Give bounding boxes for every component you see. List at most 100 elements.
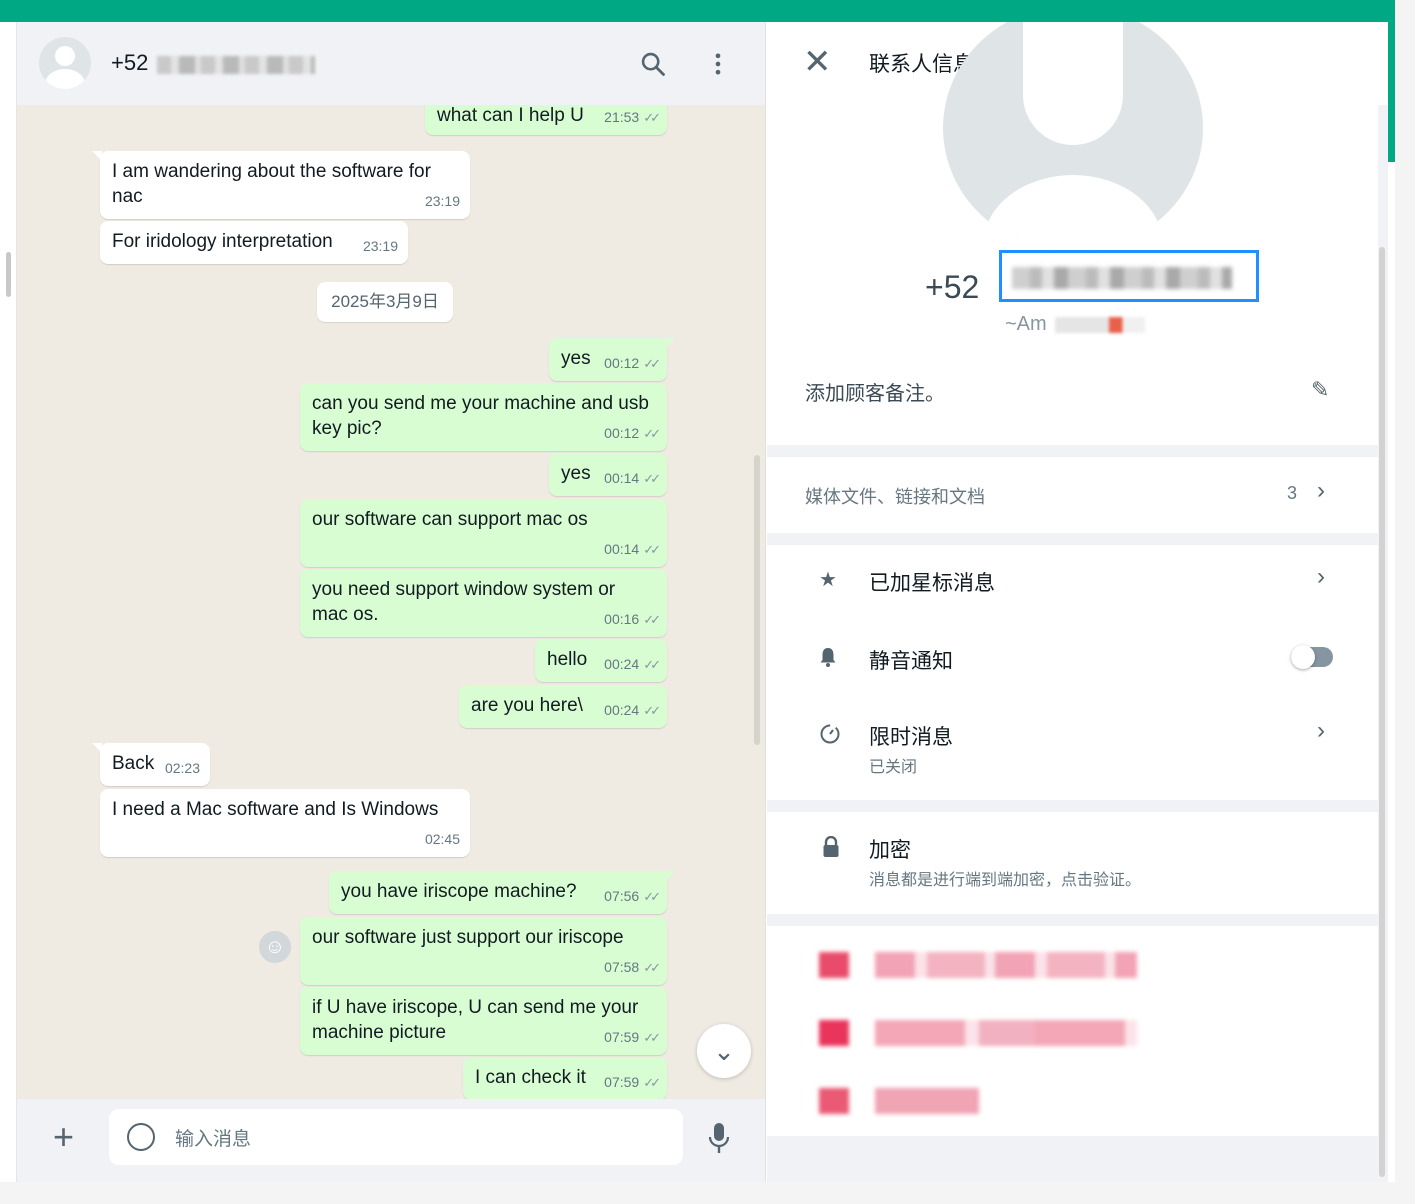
message-bubble[interactable]: if U have iriscope, U can send me your m… xyxy=(300,987,667,1055)
read-ticks-icon: ✓✓ xyxy=(643,889,661,904)
close-icon[interactable]: ✕ xyxy=(803,44,832,80)
message-bubble[interactable]: can you send me your machine and usb key… xyxy=(300,383,667,451)
message-bubble[interactable]: For iridology interpretation 23:19 xyxy=(100,221,408,264)
profile-number[interactable]: +52 xyxy=(925,269,979,306)
message-time: 00:24 xyxy=(604,656,640,672)
read-ticks-icon: ✓✓ xyxy=(643,960,661,975)
chat-header[interactable]: +52 xyxy=(17,22,765,105)
chevron-right-icon: › xyxy=(1317,563,1325,590)
message-bubble[interactable]: Back 02:23 xyxy=(92,743,210,786)
profile-avatar[interactable] xyxy=(943,22,1203,251)
read-ticks-icon: ✓✓ xyxy=(643,1075,661,1090)
disappearing-status: 已关闭 xyxy=(869,759,918,776)
sidebar-scroll-thumb[interactable] xyxy=(6,252,11,297)
date-divider: 2025年3月9日 xyxy=(317,282,453,322)
window-edge xyxy=(1395,0,1415,1204)
message-bubble[interactable]: yes 00:14 ✓✓ xyxy=(549,453,667,496)
message-text: hello xyxy=(547,649,588,670)
message-time: 00:14 xyxy=(604,541,640,557)
message-bubble[interactable]: I need a Mac software and Is Windows 02:… xyxy=(100,789,470,857)
message-time: 00:16 xyxy=(604,611,640,627)
redacted-number xyxy=(157,56,315,74)
message-text: what can I help U xyxy=(437,105,584,126)
redacted-actions-list xyxy=(767,926,1378,1136)
search-icon[interactable] xyxy=(639,50,667,78)
selection-highlight xyxy=(999,250,1259,302)
message-list[interactable]: what can I help U 21:53 ✓✓ I am wandering… xyxy=(17,105,765,1099)
read-ticks-icon: ✓✓ xyxy=(643,110,661,125)
message-bubble[interactable]: yes 00:12 ✓✓ xyxy=(549,338,675,381)
contact-avatar[interactable] xyxy=(39,37,91,89)
message-time: 02:23 xyxy=(164,760,200,776)
message-bubble[interactable]: I am wandering about the software for na… xyxy=(92,151,470,219)
message-text: our software just support our iriscope xyxy=(312,927,624,948)
message-time: 07:56 xyxy=(604,888,640,904)
read-ticks-icon: ✓✓ xyxy=(643,542,661,557)
mute-toggle[interactable] xyxy=(1291,645,1333,669)
message-text: if U have iriscope, U can send me your m… xyxy=(312,997,639,1043)
add-note-row[interactable]: 添加顾客备注。 ✎ xyxy=(767,365,1378,445)
message-bubble[interactable]: what can I help U 21:53 ✓✓ xyxy=(425,105,667,135)
message-text: yes xyxy=(561,348,591,369)
message-bubble[interactable]: you have iriscope machine? 07:56 ✓✓ xyxy=(329,871,675,914)
starred-label: 已加星标消息 xyxy=(869,572,995,595)
message-text: yes xyxy=(561,463,591,484)
left-sidebar-edge xyxy=(0,22,17,1182)
message-bubble[interactable]: are you here\ 00:24 ✓✓ xyxy=(459,685,667,728)
encryption-label: 加密 xyxy=(869,839,911,862)
message-time: 07:58 xyxy=(604,959,640,975)
encryption-row[interactable]: 加密 消息都是进行端到端加密，点击验证。 xyxy=(767,812,1378,914)
message-text: I can check it xyxy=(475,1067,586,1088)
message-bubble[interactable]: I can check it 07:59 ✓✓ xyxy=(463,1057,667,1099)
info-scrollbar[interactable] xyxy=(1379,247,1385,1177)
message-bubble[interactable]: our software just support our iriscope 0… xyxy=(300,917,667,985)
media-links-docs-row[interactable]: 媒体文件、链接和文档 3 › xyxy=(767,457,1378,533)
redacted-text xyxy=(875,1088,979,1114)
message-time: 07:59 xyxy=(604,1029,640,1045)
add-note-label: 添加顾客备注。 xyxy=(805,383,945,405)
message-time: 00:12 xyxy=(604,425,640,441)
message-time: 00:12 xyxy=(604,355,640,371)
media-label: 媒体文件、链接和文档 xyxy=(805,487,985,507)
chat-scrollbar[interactable] xyxy=(754,455,760,745)
pencil-icon[interactable]: ✎ xyxy=(1311,377,1329,403)
star-icon: ★ xyxy=(819,569,837,591)
message-time: 00:24 xyxy=(604,702,640,718)
message-text: our software can support mac os xyxy=(312,509,588,530)
chevron-right-icon: › xyxy=(1317,717,1325,744)
message-text: Back xyxy=(112,753,155,774)
message-input[interactable]: 输入消息 xyxy=(109,1109,683,1165)
profile-subname: ~Am xyxy=(1005,313,1047,335)
emoji-reaction-icon[interactable]: ☺ xyxy=(259,931,291,963)
options-section: ★ 已加星标消息 › 静音通知 限时消息 已关闭 › xyxy=(767,545,1378,800)
message-composer: + 输入消息 xyxy=(17,1099,765,1182)
message-bubble[interactable]: hello 00:24 ✓✓ xyxy=(535,639,667,682)
lock-icon xyxy=(823,836,839,857)
read-ticks-icon: ✓✓ xyxy=(643,612,661,627)
scroll-down-button[interactable]: ⌄ xyxy=(697,1024,751,1078)
read-ticks-icon: ✓✓ xyxy=(643,471,661,486)
chat-pane: +52 what can I help U 21:53 ✓✓ I am wande… xyxy=(17,22,766,1182)
window-bottom-edge xyxy=(0,1182,1395,1204)
menu-dots-icon[interactable] xyxy=(704,50,732,78)
contact-number[interactable]: +52 xyxy=(111,50,148,76)
sticker-icon[interactable] xyxy=(127,1123,155,1151)
microphone-icon[interactable] xyxy=(707,1121,731,1157)
message-text: are you here\ xyxy=(471,695,583,716)
message-bubble[interactable]: you need support window system or mac os… xyxy=(300,569,667,637)
redacted-text xyxy=(875,952,1137,978)
message-text: For iridology interpretation xyxy=(112,231,333,252)
message-bubble[interactable]: our software can support mac os 00:14 ✓✓ xyxy=(300,499,667,567)
message-time: 23:19 xyxy=(362,238,398,254)
read-ticks-icon: ✓✓ xyxy=(643,426,661,441)
bell-icon xyxy=(820,648,836,667)
message-text: I need a Mac software and Is Windows xyxy=(112,799,439,820)
attach-plus-icon[interactable]: + xyxy=(53,1117,74,1157)
message-text: you need support window system or mac os… xyxy=(312,579,616,625)
profile-section: +52 ~Am xyxy=(767,22,1378,365)
redacted-icon xyxy=(819,1020,849,1046)
read-ticks-icon: ✓✓ xyxy=(643,356,661,371)
message-text: can you send me your machine and usb key… xyxy=(312,393,649,439)
message-time: 21:53 xyxy=(604,109,640,125)
redacted-icon xyxy=(819,952,849,978)
